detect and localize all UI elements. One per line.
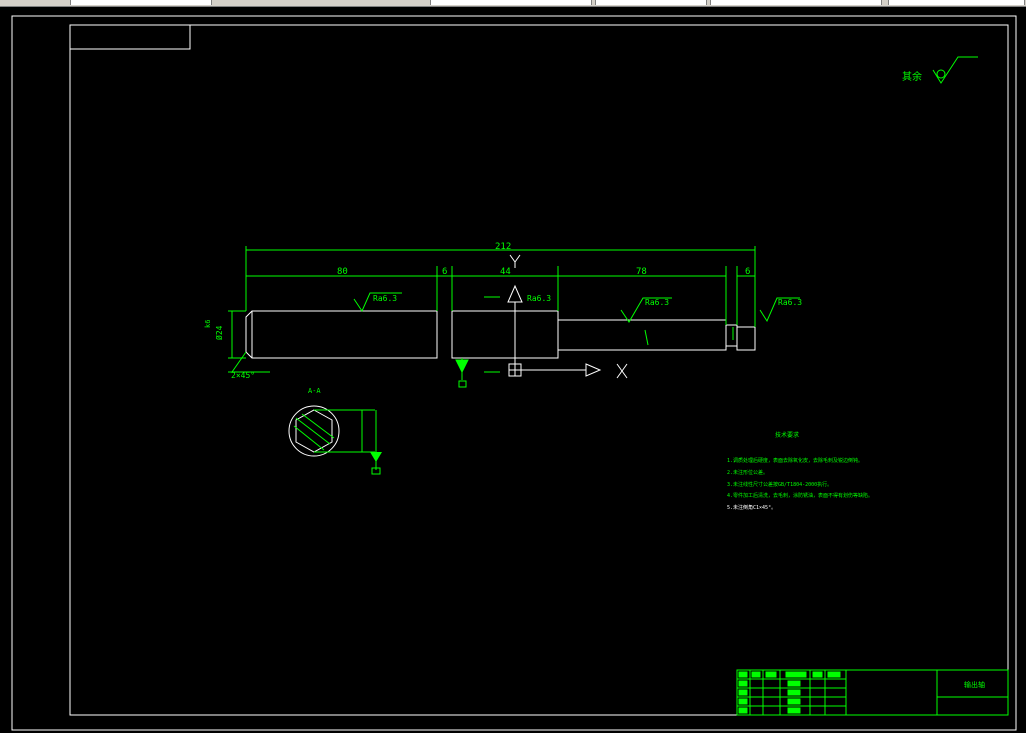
toolbar-combo-2[interactable] <box>430 0 592 5</box>
section-view: A-A <box>288 387 382 475</box>
toolbar-combo-4[interactable] <box>710 0 882 5</box>
dim-diameter-left: Ø24 <box>214 325 224 340</box>
section-view-label: A-A <box>308 387 321 395</box>
dim-gap-1: 6 <box>442 267 447 277</box>
dim-segment-1: 80 <box>337 267 348 277</box>
toolbar-strip[interactable] <box>0 0 1026 7</box>
notes-title: 技术要求 <box>775 431 799 439</box>
dimension-set <box>228 246 756 373</box>
corner-code-box <box>69 24 191 50</box>
toolbar-combo-5[interactable] <box>888 0 1025 5</box>
roughness-label-2: Ra6.3 <box>645 298 669 307</box>
chamfer-note: 2×45° <box>231 371 255 380</box>
shaft-profile <box>245 310 756 359</box>
drawing-canvas[interactable]: 其余 212 80 6 44 78 6 Ø24 k6 2×45° Ra6.3 R… <box>0 7 1026 733</box>
title-block <box>736 669 1009 716</box>
cad-window: 其余 212 80 6 44 78 6 Ø24 k6 2×45° Ra6.3 R… <box>0 0 1026 733</box>
dim-overall-length: 212 <box>495 242 511 252</box>
dim-segment-2: 44 <box>500 267 511 277</box>
dim-gap-2: 6 <box>745 267 750 277</box>
sheet-outer-border <box>11 15 1017 731</box>
note-line-2: 2.未注形位公差。 <box>727 469 768 476</box>
roughness-other-label: 其余 <box>902 70 922 83</box>
roughness-label-3: Ra6.3 <box>778 298 802 307</box>
roughness-label-4: Ra6.3 <box>527 294 551 303</box>
note-line-3: 3.未注线性尺寸公差按GB/T1804-2000执行。 <box>727 481 832 488</box>
dim-diameter-tolerance: k6 <box>204 320 212 328</box>
ucs-icon <box>507 254 628 379</box>
toolbar-combo-1[interactable] <box>70 0 212 5</box>
technical-notes: 技术要求 1.调质处理后硬度，表面去除氧化皮，去除毛刺及锐边倒钝。 2.未注形位… <box>727 431 873 511</box>
roughness-label-1: Ra6.3 <box>373 294 397 303</box>
toolbar-combo-3[interactable] <box>595 0 707 5</box>
roughness-other-symbol: 其余 <box>902 56 978 84</box>
title-block-part-name: 输出轴 <box>964 680 985 689</box>
note-line-5: 5.未注倒角C1×45°。 <box>727 504 776 511</box>
dim-segment-3: 78 <box>636 267 647 277</box>
note-line-4: 4.零件加工后清洗，去毛刺，涂防锈油，表面不得有划伤等缺陷。 <box>727 492 873 499</box>
note-line-1: 1.调质处理后硬度，表面去除氧化皮，去除毛刺及锐边倒钝。 <box>727 457 863 464</box>
